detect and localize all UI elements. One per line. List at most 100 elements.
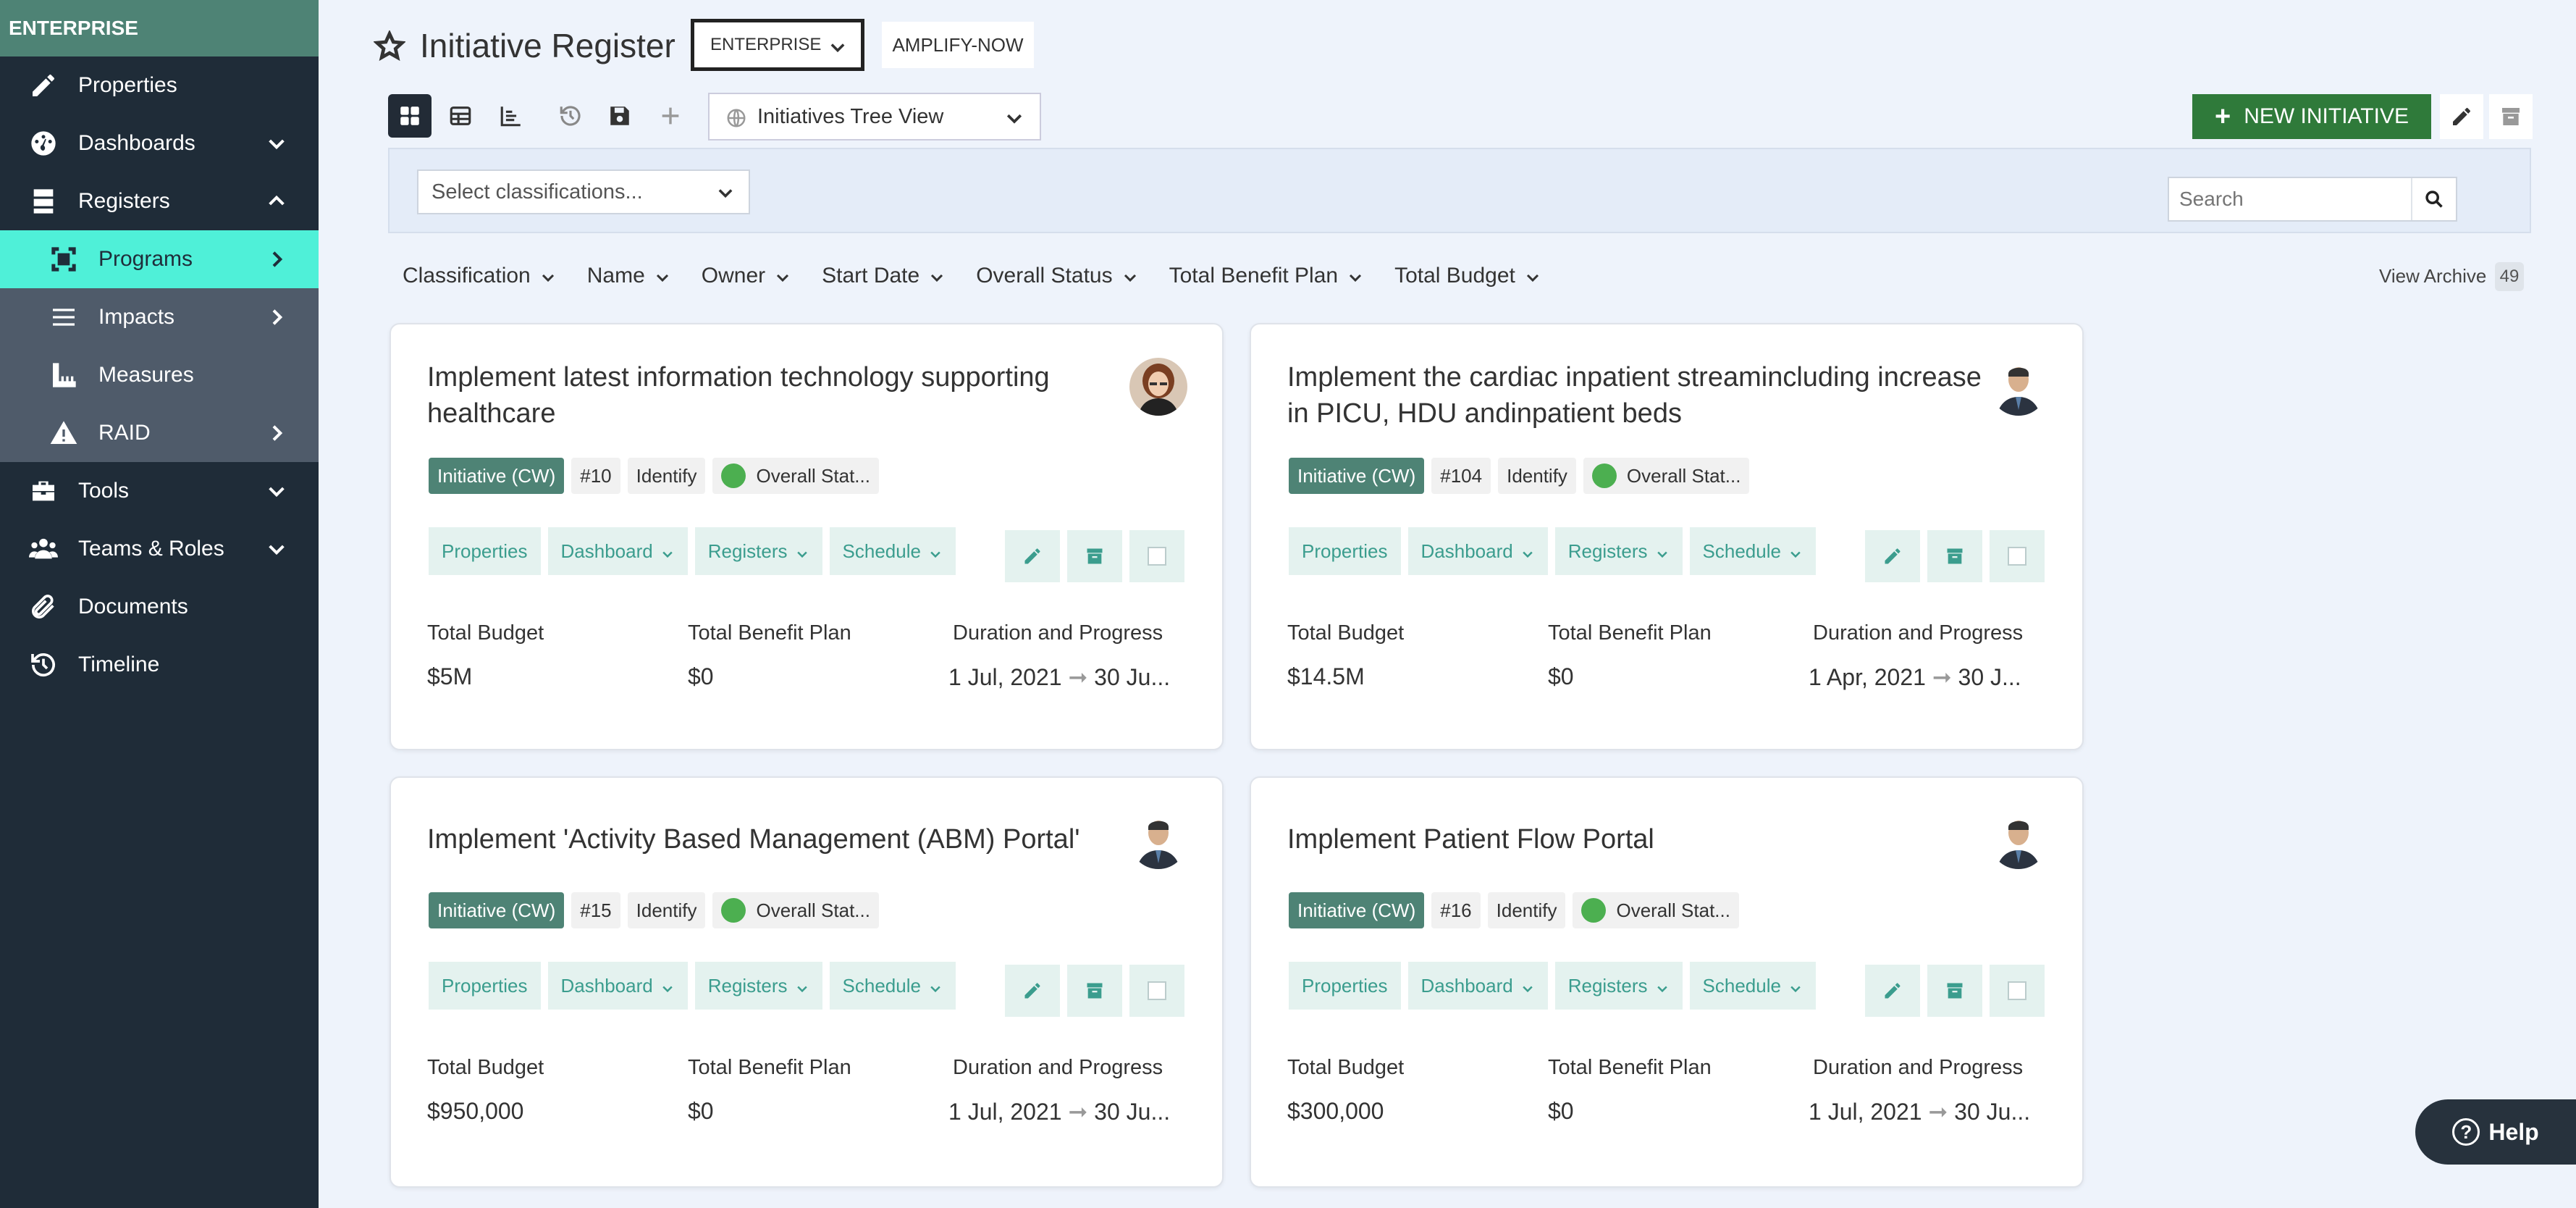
arrow-right-icon: ➞: [1928, 1099, 1948, 1125]
checkbox[interactable]: [1148, 981, 1166, 1000]
sort-name[interactable]: Name: [587, 264, 671, 288]
archive-button[interactable]: [2489, 94, 2533, 139]
total-benefit-label: Total Benefit Plan: [688, 1056, 851, 1079]
history-button[interactable]: [549, 94, 592, 138]
checkbox[interactable]: [2008, 547, 2026, 566]
edit-card-button[interactable]: [1005, 965, 1060, 1017]
properties-link[interactable]: Properties: [429, 962, 541, 1010]
card-title[interactable]: Implement 'Activity Based Management (AB…: [427, 821, 1137, 857]
classification-select[interactable]: Select classifications...: [417, 169, 750, 214]
chevron-down-icon: [660, 544, 675, 558]
archive-card-button[interactable]: [1067, 965, 1122, 1017]
select-card-checkbox[interactable]: [1990, 530, 2045, 582]
search-input[interactable]: [2179, 188, 2418, 211]
chevron-down-icon: [774, 267, 791, 285]
dashboard-icon: [28, 127, 59, 159]
link-label: Schedule: [842, 974, 921, 997]
archive-card-button[interactable]: [1927, 530, 1982, 582]
sidebar-item-programs[interactable]: Programs: [0, 230, 319, 288]
registers-dropdown[interactable]: Registers: [694, 962, 822, 1010]
checkbox[interactable]: [2008, 981, 2026, 1000]
card-title[interactable]: Implement the cardiac inpatient streamin…: [1287, 359, 1997, 432]
sort-total-budget[interactable]: Total Budget: [1394, 264, 1541, 288]
view-archive-link[interactable]: View Archive: [2379, 265, 2486, 288]
initiative-card[interactable]: Implement latest information technology …: [390, 323, 1224, 750]
start-date: 1 Jul, 2021: [948, 664, 1062, 690]
sort-owner[interactable]: Owner: [702, 264, 791, 288]
select-card-checkbox[interactable]: [1129, 530, 1184, 582]
initiative-card[interactable]: Implement the cardiac inpatient streamin…: [1250, 323, 2084, 750]
owner-avatar[interactable]: [1990, 358, 2047, 416]
sidebar-item-documents[interactable]: Documents: [0, 578, 319, 636]
favorite-star-icon[interactable]: [373, 29, 407, 62]
archive-card-button[interactable]: [1927, 965, 1982, 1017]
properties-link[interactable]: Properties: [1289, 962, 1401, 1010]
search-button[interactable]: [2411, 178, 2456, 220]
dashboard-dropdown[interactable]: Dashboard: [547, 962, 688, 1010]
amplify-now-button[interactable]: AMPLIFY-NOW: [882, 22, 1034, 68]
sidebar-item-impacts[interactable]: Impacts: [0, 288, 319, 346]
sidebar-item-registers[interactable]: Registers: [0, 172, 319, 230]
edit-card-button[interactable]: [1005, 530, 1060, 582]
total-benefit-value: $0: [1548, 663, 1574, 689]
sidebar-item-measures[interactable]: Measures: [0, 346, 319, 404]
sort-overall-status[interactable]: Overall Status: [976, 264, 1138, 288]
sort-start-date[interactable]: Start Date: [822, 264, 946, 288]
new-initiative-button[interactable]: + NEW INITIATIVE: [2192, 94, 2431, 139]
sidebar-item-timeline[interactable]: Timeline: [0, 636, 319, 694]
archive-icon: [1087, 548, 1103, 564]
status-label: Overall Stat...: [1616, 899, 1730, 921]
sidebar-item-tools[interactable]: Tools: [0, 462, 319, 520]
stage-tag: Identify: [1487, 892, 1566, 928]
archive-card-button[interactable]: [1067, 530, 1122, 582]
sidebar-item-teams-roles[interactable]: Teams & Roles: [0, 520, 319, 578]
edit-mode-button[interactable]: [2440, 94, 2483, 139]
properties-link[interactable]: Properties: [1289, 527, 1401, 575]
sidebar-item-label: Impacts: [98, 305, 175, 329]
globe-icon: [725, 107, 747, 129]
new-initiative-label: NEW INITIATIVE: [2244, 104, 2409, 128]
sidebar-item-properties[interactable]: Properties: [0, 56, 319, 114]
table-view-button[interactable]: [439, 94, 482, 138]
dashboard-dropdown[interactable]: Dashboard: [547, 527, 688, 575]
schedule-dropdown[interactable]: Schedule: [829, 527, 956, 575]
edit-card-button[interactable]: [1865, 965, 1920, 1017]
edit-card-button[interactable]: [1865, 530, 1920, 582]
archive-count-badge: 49: [2495, 262, 2524, 291]
sort-label: Name: [586, 264, 645, 288]
schedule-dropdown[interactable]: Schedule: [829, 962, 956, 1010]
sidebar-item-raid[interactable]: RAID: [0, 404, 319, 462]
sort-classification[interactable]: Classification: [403, 264, 557, 288]
owner-avatar[interactable]: [1129, 811, 1187, 869]
registers-dropdown[interactable]: Registers: [1554, 527, 1683, 575]
card-title[interactable]: Implement latest information technology …: [427, 359, 1137, 432]
dashboard-dropdown[interactable]: Dashboard: [1407, 527, 1548, 575]
number-tag: #15: [571, 892, 620, 928]
duration-label: Duration and Progress: [1813, 621, 2024, 645]
initiative-card[interactable]: Implement Patient Flow Portal Initiative…: [1250, 776, 2084, 1188]
view-select[interactable]: Initiatives Tree View: [708, 93, 1041, 140]
help-button[interactable]: ? Help: [2415, 1099, 2576, 1165]
card-title[interactable]: Implement Patient Flow Portal: [1287, 821, 1997, 857]
total-benefit-label: Total Benefit Plan: [1548, 621, 1712, 645]
owner-avatar[interactable]: [1129, 358, 1187, 416]
save-view-button[interactable]: [598, 94, 641, 138]
registers-dropdown[interactable]: Registers: [694, 527, 822, 575]
properties-link[interactable]: Properties: [429, 527, 541, 575]
checkbox[interactable]: [1148, 547, 1166, 566]
gantt-view-button[interactable]: [489, 94, 533, 138]
select-card-checkbox[interactable]: [1990, 965, 2045, 1017]
dashboard-dropdown[interactable]: Dashboard: [1407, 962, 1548, 1010]
sidebar-item-dashboards[interactable]: Dashboards: [0, 114, 319, 172]
enterprise-select[interactable]: ENTERPRISE: [691, 19, 864, 71]
grid-view-button[interactable]: [388, 94, 432, 138]
sort-total-benefit-plan[interactable]: Total Benefit Plan: [1169, 264, 1364, 288]
schedule-dropdown[interactable]: Schedule: [1689, 527, 1816, 575]
link-label: Dashboard: [560, 974, 653, 997]
select-card-checkbox[interactable]: [1129, 965, 1184, 1017]
add-view-button[interactable]: [649, 94, 692, 138]
owner-avatar[interactable]: [1990, 811, 2047, 869]
schedule-dropdown[interactable]: Schedule: [1689, 962, 1816, 1010]
registers-dropdown[interactable]: Registers: [1554, 962, 1683, 1010]
initiative-card[interactable]: Implement 'Activity Based Management (AB…: [390, 776, 1224, 1188]
